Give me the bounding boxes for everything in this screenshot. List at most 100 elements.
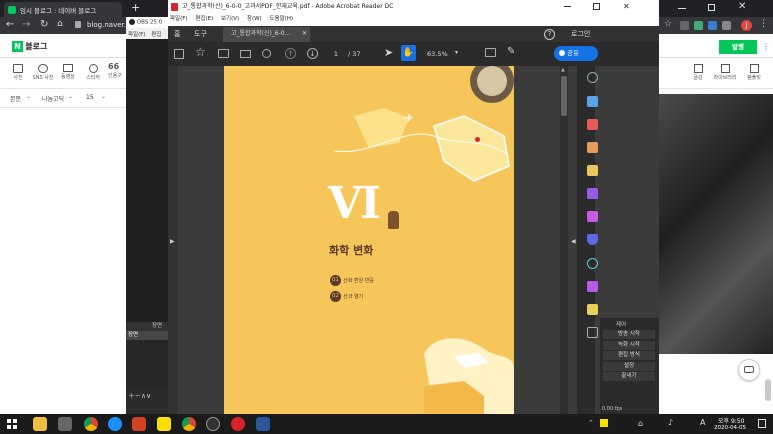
extension-icon[interactable] [722, 21, 731, 30]
comment-icon[interactable] [485, 48, 496, 57]
print-icon[interactable] [218, 49, 229, 58]
tool-template[interactable]: 템플릿 [742, 64, 766, 81]
tool-sns-photo[interactable]: SNS 사진 [31, 64, 55, 81]
extension-icon[interactable] [680, 21, 689, 30]
studio-mode-button[interactable]: 편집 방식 [603, 351, 655, 360]
chrome-icon[interactable] [84, 417, 98, 431]
star-icon[interactable]: ☆ [664, 19, 672, 29]
tab-document[interactable]: 고_통합과학(신)_6-0... ✕ [223, 27, 310, 42]
settings-button[interactable]: 설정 [603, 362, 655, 371]
login-button[interactable]: 로그인 [571, 26, 590, 42]
close-icon[interactable]: ✕ [623, 0, 630, 13]
font-family-select[interactable]: 나눔고딕 [42, 94, 64, 103]
extension-icon[interactable] [708, 21, 717, 30]
tool-photo[interactable]: 사진 [11, 64, 25, 81]
chrome-maximize-icon[interactable] [708, 4, 715, 11]
chrome-tab[interactable]: 임시 블로그 : 네이버 블로그 [4, 2, 122, 17]
obs-icon[interactable] [206, 417, 220, 431]
exit-button[interactable]: 끝내기 [603, 372, 655, 381]
powerpoint-icon[interactable] [132, 417, 146, 431]
tool-sticker[interactable]: 스티커 [85, 64, 101, 81]
extension-icon[interactable] [694, 21, 703, 30]
document-scrollbar[interactable]: ▲ [560, 66, 568, 414]
scrollbar-thumb[interactable] [765, 379, 771, 401]
profile-avatar[interactable]: J [741, 20, 752, 31]
create-pdf-icon[interactable] [587, 119, 598, 130]
menu-view[interactable]: 보기(V) [221, 16, 239, 22]
start-recording-button[interactable]: 녹화 시작 [603, 341, 655, 350]
bookmark-star-icon[interactable]: ☆ [195, 45, 206, 59]
publish-button[interactable]: 발행 [719, 40, 757, 54]
fill-sign-icon[interactable]: ✎ [507, 46, 515, 57]
tab-tools[interactable]: 도구 [194, 26, 207, 42]
tool-quote[interactable]: 66 인용구 [108, 62, 126, 79]
export-pdf-icon[interactable] [587, 96, 598, 107]
menu-edit[interactable]: 편집(E) [195, 16, 213, 22]
share-button[interactable]: 공유 [554, 46, 598, 61]
help-icon[interactable]: ? [544, 29, 555, 40]
hand-tool-icon[interactable]: ✋ [401, 45, 416, 61]
chrome-icon[interactable] [182, 417, 196, 431]
send-for-review-icon[interactable] [587, 258, 598, 269]
font-size-select[interactable]: 15 [86, 94, 94, 101]
search-tool-icon[interactable] [587, 72, 598, 83]
paragraph-style-select[interactable]: 본문 [10, 94, 21, 103]
protect-icon[interactable] [587, 234, 598, 245]
forward-icon[interactable]: → [22, 19, 30, 30]
zoom-search-icon[interactable] [262, 49, 271, 58]
minimize-icon[interactable] [564, 6, 571, 7]
email-icon[interactable] [240, 50, 251, 58]
left-panel-toggle[interactable]: ▶ [168, 66, 178, 414]
obs-scene-item[interactable]: 장면 [126, 331, 168, 340]
start-streaming-button[interactable]: 방송 시작 [603, 330, 655, 339]
back-icon[interactable]: ← [6, 19, 14, 30]
obs-menu-file[interactable]: 파일(F) [128, 32, 146, 38]
scrollbar-thumb[interactable] [561, 76, 567, 116]
chevron-down-icon[interactable]: ▾ [455, 49, 458, 56]
chat-help-button[interactable] [738, 359, 760, 381]
menu-help[interactable]: 도움말(H) [269, 16, 293, 22]
more-icon[interactable]: ⋮ [762, 42, 770, 51]
tool-library[interactable]: 라이브러리 [710, 64, 740, 81]
next-page-icon[interactable]: ↓ [307, 48, 318, 59]
organize-icon[interactable] [587, 304, 598, 315]
combine-files-icon[interactable] [587, 188, 598, 199]
edge-icon[interactable] [108, 417, 122, 431]
reload-icon[interactable]: ↻ [40, 19, 48, 30]
chrome-minimize-icon[interactable] [678, 8, 686, 9]
volume-icon[interactable]: ♪ [668, 418, 673, 427]
menu-file[interactable]: 파일(F) [170, 16, 188, 22]
word-doc-icon[interactable] [256, 417, 270, 431]
add-scene-icon[interactable]: ＋ [128, 392, 135, 400]
prev-page-icon[interactable]: ↑ [285, 48, 296, 59]
scroll-up-icon[interactable]: ▲ [561, 67, 565, 73]
clock-date[interactable]: 2020-04-05 [714, 425, 746, 431]
tool-material[interactable]: 글감 [688, 64, 708, 81]
sign-icon[interactable] [587, 281, 598, 292]
file-explorer-icon[interactable] [33, 417, 47, 431]
kakaotalk-icon[interactable] [157, 417, 171, 431]
tray-up-icon[interactable]: ⌃ [588, 419, 594, 427]
chrome-close-icon[interactable]: ✕ [738, 1, 746, 12]
maximize-icon[interactable] [593, 3, 600, 10]
network-icon[interactable]: ⌂ [638, 419, 643, 428]
tab-close-icon[interactable]: ✕ [302, 27, 307, 41]
collapse-right-icon[interactable]: ◀ [571, 238, 576, 245]
tab-home[interactable]: 홈 [174, 26, 180, 42]
notification-icon[interactable] [758, 419, 766, 428]
page-number-input[interactable]: 1 [328, 49, 344, 60]
home-icon[interactable]: ⌂ [57, 19, 63, 29]
zoom-level-select[interactable]: 63.5% [427, 50, 448, 58]
clock-time[interactable]: 오후 9:50 [718, 416, 744, 425]
acrobat-icon[interactable] [231, 417, 245, 431]
obs-menu-edit[interactable]: 편집 [151, 32, 161, 38]
menu-window[interactable]: 창(W) [247, 16, 262, 22]
menu-dots-icon[interactable]: ⋮ [759, 19, 768, 29]
windows-start-icon[interactable] [7, 419, 17, 429]
more-tools-icon[interactable] [587, 327, 598, 338]
comment-tool-icon[interactable] [587, 165, 598, 176]
down-icon[interactable]: ∨ [146, 392, 151, 400]
edit-pdf-icon[interactable] [587, 142, 598, 153]
store-icon[interactable] [58, 417, 72, 431]
ime-indicator[interactable]: A [700, 418, 705, 427]
